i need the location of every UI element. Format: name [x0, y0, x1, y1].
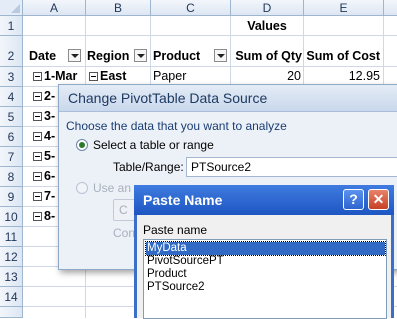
row-header-10[interactable]: 10: [0, 207, 23, 227]
region-field-header: Region: [87, 49, 130, 63]
date-cell: 3-: [33, 107, 55, 126]
collapse-minus-icon[interactable]: [89, 72, 98, 82]
date-cell: 8-: [33, 207, 55, 226]
date-field-header: Date: [29, 49, 57, 63]
product-filter-dropdown-icon[interactable]: [214, 49, 227, 62]
row-header-4[interactable]: 4: [0, 87, 23, 107]
table-range-input[interactable]: PTSource2: [186, 157, 397, 177]
values-caption: Values: [247, 19, 287, 33]
help-icon[interactable]: ?: [343, 189, 364, 210]
collapse-minus-icon[interactable]: [33, 112, 42, 122]
column-header-c[interactable]: C: [151, 0, 231, 16]
sum-qty-header: Sum of Qty: [235, 49, 302, 63]
column-header-e[interactable]: E: [304, 0, 384, 16]
date-cell: 4-: [33, 127, 55, 146]
collapse-minus-icon[interactable]: [33, 212, 42, 222]
collapse-minus-icon[interactable]: [33, 172, 42, 182]
row-header-12[interactable]: 12: [0, 247, 23, 267]
sum-cost-header: Sum of Cost: [306, 49, 380, 63]
instruction-text: Choose the data that you want to analyze: [66, 119, 287, 133]
names-listbox[interactable]: MyData PivotSourcePT Product PTSource2: [143, 239, 387, 319]
row-header-7[interactable]: 7: [0, 147, 23, 167]
select-all-corner[interactable]: [0, 0, 23, 16]
row-header-8[interactable]: 8: [0, 167, 23, 187]
list-item-pivotsourcept[interactable]: PivotSourcePT: [146, 255, 226, 268]
collapse-minus-icon[interactable]: [33, 72, 42, 82]
column-header-f[interactable]: [384, 0, 397, 16]
row-header-1[interactable]: 1: [0, 16, 23, 36]
external-source-radio[interactable]: [76, 182, 88, 194]
close-icon[interactable]: ✕: [368, 189, 389, 210]
column-header-b[interactable]: B: [86, 0, 151, 16]
list-item-ptsource2[interactable]: PTSource2: [146, 281, 207, 294]
date-cell: 2-: [33, 87, 55, 106]
list-item-mydata[interactable]: MyData: [145, 241, 386, 256]
dialog-title[interactable]: Change PivotTable Data Source: [59, 85, 397, 112]
list-item-product[interactable]: Product: [146, 268, 189, 281]
row-header-5[interactable]: 5: [0, 107, 23, 127]
column-header-a[interactable]: A: [23, 0, 86, 16]
date-cell: 6-: [33, 167, 55, 186]
row-header-2[interactable]: 2: [0, 36, 23, 67]
select-range-label[interactable]: Select a table or range: [93, 138, 214, 152]
paste-name-list-label: Paste name: [143, 223, 208, 237]
row-header-15[interactable]: [0, 307, 23, 318]
date-filter-dropdown-icon[interactable]: [68, 49, 81, 62]
collapse-minus-icon[interactable]: [33, 152, 42, 162]
row-header-14[interactable]: 14: [0, 287, 23, 307]
collapse-minus-icon[interactable]: [33, 132, 42, 142]
table-range-label: Table/Range:: [113, 160, 184, 174]
collapse-minus-icon[interactable]: [33, 192, 42, 202]
row-header-9[interactable]: 9: [0, 187, 23, 207]
date-cell: 7-: [33, 187, 55, 206]
region-filter-dropdown-icon[interactable]: [134, 49, 147, 62]
column-header-d[interactable]: D: [231, 0, 304, 16]
row-header-13[interactable]: 13: [0, 267, 23, 287]
collapse-minus-icon[interactable]: [33, 92, 42, 102]
product-field-header: Product: [153, 49, 201, 63]
date-cell: 5-: [33, 147, 55, 166]
select-range-radio[interactable]: [76, 139, 88, 151]
paste-name-title[interactable]: Paste Name ? ✕: [134, 185, 394, 215]
row-header-3[interactable]: 3: [0, 67, 23, 87]
row-header-11[interactable]: 11: [0, 227, 23, 247]
row-header-6[interactable]: 6: [0, 127, 23, 147]
paste-name-dialog: Paste Name ? ✕ Paste name MyData PivotSo…: [134, 185, 394, 319]
